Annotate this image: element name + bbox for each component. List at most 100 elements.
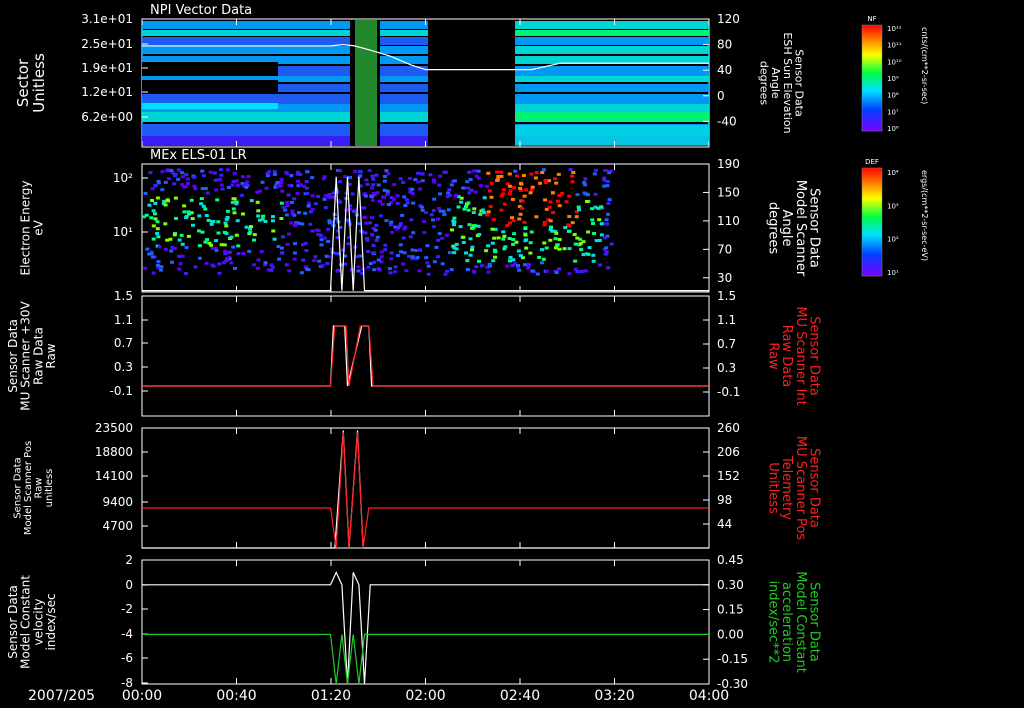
p2-pixel bbox=[397, 224, 402, 228]
p2-pixel bbox=[516, 249, 521, 253]
p2-pixel bbox=[592, 232, 597, 235]
p2-right-tick-label-2: 110 bbox=[717, 214, 740, 228]
p2-pixel bbox=[478, 184, 483, 188]
p2-pixel bbox=[411, 201, 416, 205]
p2-right-tick-label-4: 30 bbox=[717, 271, 732, 285]
p2-pixel bbox=[482, 196, 487, 200]
p2-pixel bbox=[293, 224, 298, 227]
p2-pixel bbox=[225, 209, 230, 213]
p5-ylabel: Sensor DataModel Constantvelocityindex/s… bbox=[6, 575, 58, 669]
p2-pixel bbox=[326, 240, 331, 243]
p2-pixel bbox=[330, 195, 335, 199]
p1-band-8-1 bbox=[278, 94, 350, 104]
p2-pixel bbox=[193, 265, 198, 269]
colorbar-nf-title: NF bbox=[867, 15, 876, 23]
p2-pixel bbox=[246, 175, 251, 179]
p2-pixel bbox=[186, 182, 190, 185]
p2-pixel bbox=[410, 255, 415, 259]
p2-pixel bbox=[395, 201, 400, 205]
p2-pixel bbox=[173, 172, 178, 176]
p2-pixel bbox=[537, 255, 542, 259]
p2-pixel bbox=[508, 221, 513, 225]
p2-pixel bbox=[592, 172, 597, 176]
p2-pixel bbox=[201, 204, 206, 208]
p2-pixel bbox=[486, 244, 491, 248]
p2-pixel bbox=[502, 202, 507, 206]
p2-pixel bbox=[269, 268, 274, 272]
p2-pixel bbox=[376, 267, 381, 271]
p2-pixel bbox=[581, 240, 586, 244]
p2-pixel bbox=[353, 169, 358, 173]
p2-pixel bbox=[499, 194, 504, 198]
p2-pixel bbox=[374, 223, 379, 227]
p2-pixel bbox=[365, 182, 370, 186]
p1-cyan-bottom bbox=[515, 125, 709, 145]
p2-pixel bbox=[581, 253, 586, 257]
p2-pixel bbox=[425, 244, 430, 248]
p2-pixel bbox=[442, 170, 447, 174]
p2-pixel bbox=[425, 261, 430, 265]
p2-pixel bbox=[436, 255, 441, 259]
p2-pixel bbox=[153, 183, 158, 187]
p2-pixel bbox=[256, 258, 261, 262]
p2-pixel bbox=[419, 172, 424, 176]
p5-series-line-1 bbox=[142, 633, 709, 685]
p2-pixel bbox=[542, 223, 547, 227]
p2-pixel bbox=[386, 203, 391, 207]
p2-pixel bbox=[538, 181, 543, 185]
time-tick-label-3: 02:00 bbox=[405, 688, 445, 704]
p2-pixel bbox=[467, 191, 472, 195]
p2-pixel bbox=[437, 232, 442, 236]
p2-pixel bbox=[163, 203, 168, 207]
p2-pixel bbox=[216, 220, 221, 224]
p2-pixel bbox=[487, 262, 492, 266]
p2-pixel bbox=[485, 213, 490, 217]
time-tick-label-5: 03:20 bbox=[594, 688, 634, 704]
panel-2-frame bbox=[141, 163, 710, 293]
p2-pixel bbox=[151, 271, 156, 275]
p2-pixel bbox=[372, 251, 377, 255]
p2-pixel bbox=[247, 249, 252, 253]
p2-pixel bbox=[476, 224, 481, 228]
p2-y-tick-label-1: 10¹ bbox=[113, 225, 133, 239]
p2-pixel bbox=[535, 272, 540, 276]
colorbar-nf-gradient bbox=[861, 24, 883, 132]
p5-right-tick-label-4: -0.15 bbox=[717, 652, 748, 666]
p2-pixel bbox=[222, 230, 227, 234]
p2-pixel bbox=[432, 180, 437, 184]
p2-pixel bbox=[189, 198, 194, 202]
p2-pixel bbox=[591, 222, 595, 225]
p2-pixel bbox=[530, 269, 535, 273]
p2-pixel bbox=[606, 201, 611, 205]
p2-pixel bbox=[593, 192, 598, 196]
p2-pixel bbox=[383, 243, 388, 247]
p2-pixel bbox=[599, 222, 604, 226]
p2-pixel bbox=[241, 252, 246, 255]
colorbar-def-gradient bbox=[861, 167, 883, 277]
p2-pixel bbox=[323, 236, 327, 240]
p2-pixel bbox=[467, 223, 472, 227]
p2-pixel bbox=[526, 266, 531, 270]
p2-pixel bbox=[202, 174, 206, 178]
colorbar-2-tick-2: 10² bbox=[887, 236, 899, 244]
p2-pixel bbox=[380, 202, 385, 206]
p2-pixel bbox=[518, 254, 523, 257]
p2-pixel bbox=[472, 207, 477, 211]
p2-pixel bbox=[148, 171, 153, 175]
p2-pixel bbox=[296, 179, 300, 183]
p2-pixel bbox=[374, 173, 379, 177]
p2-pixel bbox=[232, 171, 237, 175]
p2-pixel bbox=[229, 235, 234, 239]
p1-y-tick-label-0: 3.1e+01 bbox=[81, 12, 133, 26]
p2-pixel bbox=[530, 185, 535, 189]
p2-pixel bbox=[356, 269, 361, 273]
p2-pixel bbox=[226, 185, 231, 189]
p1-band-4-2 bbox=[380, 56, 428, 64]
p2-right-ylabel: Sensor DataModel ScannerAngledegrees bbox=[766, 180, 822, 277]
p2-pixel bbox=[488, 189, 492, 193]
p1-band-1-0 bbox=[142, 30, 278, 36]
p2-pixel bbox=[368, 221, 372, 225]
p2-pixel bbox=[334, 251, 339, 255]
p2-pixel bbox=[169, 249, 174, 253]
p2-pixel bbox=[477, 233, 482, 236]
